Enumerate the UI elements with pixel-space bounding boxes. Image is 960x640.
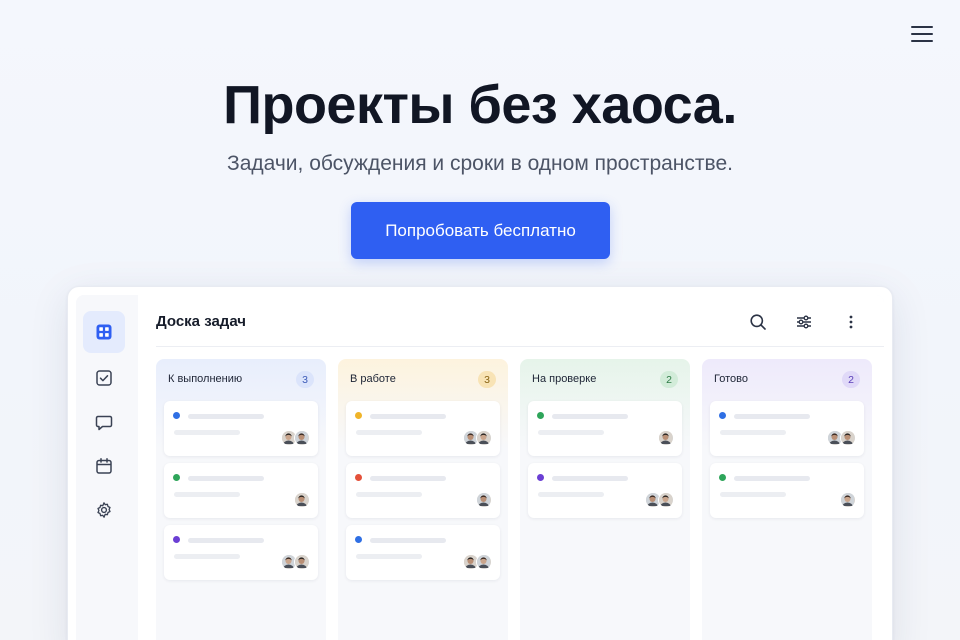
status-dot	[173, 536, 180, 543]
avatar	[476, 430, 492, 446]
column-count-badge: 3	[478, 371, 496, 388]
status-dot	[355, 412, 362, 419]
app-window: Доска задач К выполнению 3 В работе 3 На про…	[76, 295, 884, 640]
avatar	[658, 492, 674, 508]
avatar	[294, 492, 310, 508]
status-dot	[719, 474, 726, 481]
column-title: К выполнению	[168, 373, 243, 385]
task-title-placeholder	[552, 476, 628, 481]
task-card[interactable]	[164, 463, 318, 518]
assignees	[827, 430, 856, 446]
assignees	[281, 430, 310, 446]
more-vertical-icon[interactable]	[836, 307, 866, 337]
status-dot	[173, 474, 180, 481]
task-meta-placeholder	[174, 554, 240, 559]
calendar-icon[interactable]	[83, 445, 125, 487]
task-meta-placeholder	[174, 430, 240, 435]
assignees	[658, 430, 674, 446]
task-title-placeholder	[370, 414, 446, 419]
filter-sliders-icon[interactable]	[789, 307, 819, 337]
avatar	[476, 554, 492, 570]
task-meta-placeholder	[720, 492, 786, 497]
task-meta-placeholder	[174, 492, 240, 497]
avatar	[294, 430, 310, 446]
task-card[interactable]	[346, 525, 500, 580]
board-column: На проверке 2	[520, 359, 690, 640]
chat-icon[interactable]	[83, 401, 125, 443]
status-dot	[719, 412, 726, 419]
task-card[interactable]	[710, 463, 864, 518]
column-title: В работе	[350, 373, 396, 385]
task-card[interactable]	[346, 401, 500, 456]
task-title-placeholder	[734, 414, 810, 419]
task-meta-placeholder	[538, 492, 604, 497]
column-title: На проверке	[532, 373, 597, 385]
board-title: Доска задач	[156, 313, 246, 330]
hamburger-menu-icon[interactable]	[910, 22, 934, 44]
grid-icon[interactable]	[83, 311, 125, 353]
task-card[interactable]	[164, 525, 318, 580]
task-card[interactable]	[528, 401, 682, 456]
task-title-placeholder	[552, 414, 628, 419]
assignees	[281, 554, 310, 570]
search-icon[interactable]	[743, 307, 773, 337]
assignees	[840, 492, 856, 508]
avatar	[840, 430, 856, 446]
checkbox-icon[interactable]	[83, 357, 125, 399]
try-free-button[interactable]: Попробовать бесплатно	[351, 202, 610, 259]
board-column: В работе 3	[338, 359, 508, 640]
status-dot	[355, 536, 362, 543]
task-title-placeholder	[734, 476, 810, 481]
hero-subtitle: Задачи, обсуждения и сроки в одном прост…	[227, 152, 733, 175]
task-title-placeholder	[370, 476, 446, 481]
column-count-badge: 2	[842, 371, 860, 388]
task-title-placeholder	[188, 476, 264, 481]
avatar	[476, 492, 492, 508]
task-meta-placeholder	[356, 430, 422, 435]
task-card[interactable]	[346, 463, 500, 518]
task-meta-placeholder	[538, 430, 604, 435]
status-dot	[173, 412, 180, 419]
assignees	[463, 430, 492, 446]
status-dot	[537, 412, 544, 419]
task-card[interactable]	[710, 401, 864, 456]
hero-title: Проекты без хаоса.	[223, 75, 737, 135]
status-dot	[537, 474, 544, 481]
avatar	[294, 554, 310, 570]
avatar	[658, 430, 674, 446]
assignees	[463, 554, 492, 570]
assignees	[645, 492, 674, 508]
task-title-placeholder	[370, 538, 446, 543]
task-card[interactable]	[528, 463, 682, 518]
board-area: Доска задач К выполнению 3 В работе 3 На про…	[138, 295, 884, 640]
task-meta-placeholder	[356, 554, 422, 559]
task-title-placeholder	[188, 538, 264, 543]
assignees	[294, 492, 310, 508]
task-card[interactable]	[164, 401, 318, 456]
board-column: К выполнению 3	[156, 359, 326, 640]
task-meta-placeholder	[720, 430, 786, 435]
column-count-badge: 3	[296, 371, 314, 388]
task-meta-placeholder	[356, 492, 422, 497]
column-title: Готово	[714, 373, 748, 385]
assignees	[476, 492, 492, 508]
task-title-placeholder	[188, 414, 264, 419]
status-dot	[355, 474, 362, 481]
avatar	[840, 492, 856, 508]
app-sidebar	[76, 295, 138, 640]
settings-icon[interactable]	[83, 489, 125, 531]
app-preview: Доска задач К выполнению 3 В работе 3 На про…	[67, 286, 893, 640]
header-divider	[156, 346, 884, 347]
column-count-badge: 2	[660, 371, 678, 388]
board-column: Готово 2	[702, 359, 872, 640]
